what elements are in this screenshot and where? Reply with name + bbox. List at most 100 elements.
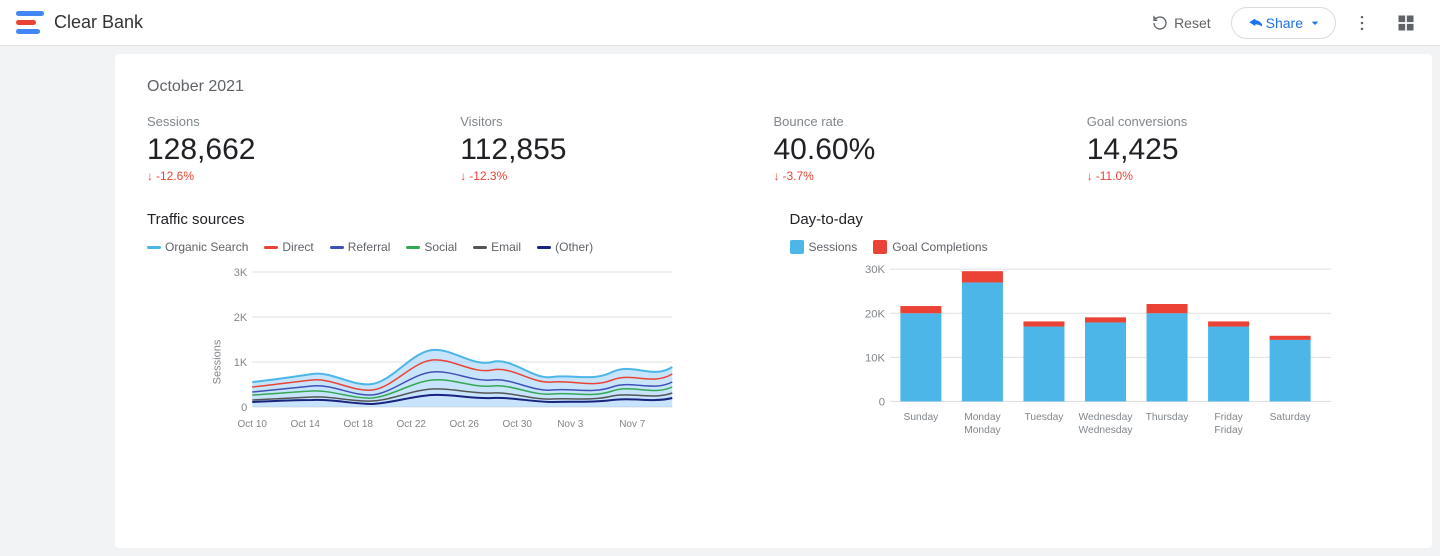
direct-color bbox=[264, 246, 278, 249]
svg-text:Oct 14: Oct 14 bbox=[291, 419, 321, 430]
svg-text:0: 0 bbox=[241, 402, 247, 414]
traffic-sources-section: Traffic sources Organic Search Direct Re… bbox=[147, 211, 758, 469]
svg-text:Oct 10: Oct 10 bbox=[238, 419, 268, 430]
svg-text:Sunday: Sunday bbox=[903, 412, 939, 423]
bar-sunday-goals bbox=[900, 306, 941, 313]
metric-bounce-value: 40.60% bbox=[774, 133, 1087, 167]
bar-chart-svg: 30K 20K 10K 0 Sunday bbox=[790, 264, 1401, 464]
bar-monday-sessions bbox=[961, 282, 1002, 401]
app-title: Clear Bank bbox=[54, 12, 143, 33]
bar-sunday-sessions bbox=[900, 313, 941, 401]
bar-legend-sessions: Sessions bbox=[790, 240, 858, 254]
traffic-sources-title: Traffic sources bbox=[147, 211, 758, 228]
metric-sessions-value: 128,662 bbox=[147, 133, 460, 167]
day-to-day-title: Day-to-day bbox=[790, 211, 1401, 228]
svg-text:0: 0 bbox=[878, 397, 884, 409]
svg-text:Oct 22: Oct 22 bbox=[397, 419, 427, 430]
bar-monday-goals bbox=[961, 271, 1002, 282]
svg-text:Oct 26: Oct 26 bbox=[450, 419, 480, 430]
day-to-day-chart: 30K 20K 10K 0 Sunday bbox=[790, 264, 1401, 469]
share-button[interactable]: Share bbox=[1231, 7, 1336, 39]
metric-bounce-change: ↓ -3.7% bbox=[774, 169, 1087, 183]
metric-sessions: Sessions 128,662 ↓ -12.6% bbox=[147, 114, 460, 183]
down-arrow-icon: ↓ bbox=[147, 169, 153, 183]
email-color bbox=[473, 246, 487, 249]
bar-wednesday-sessions bbox=[1084, 322, 1125, 401]
goals-color bbox=[873, 240, 887, 254]
svg-text:Friday: Friday bbox=[1214, 412, 1243, 423]
line-chart-svg: 3K 2K 1K 0 Sessions bbox=[147, 262, 758, 462]
down-arrow-icon: ↓ bbox=[1087, 169, 1093, 183]
organic-search-color bbox=[147, 246, 161, 249]
traffic-sources-chart: 3K 2K 1K 0 Sessions bbox=[147, 262, 758, 467]
more-options-button[interactable] bbox=[1344, 5, 1380, 41]
social-color bbox=[406, 246, 420, 249]
grid-icon bbox=[1396, 13, 1416, 33]
header-right: Reset Share bbox=[1140, 5, 1424, 41]
metric-visitors-value: 112,855 bbox=[460, 133, 773, 167]
svg-text:Wednesday: Wednesday bbox=[1078, 412, 1133, 423]
bar-friday-sessions bbox=[1208, 327, 1249, 402]
svg-text:30K: 30K bbox=[864, 264, 885, 276]
legend-other: (Other) bbox=[537, 240, 593, 254]
svg-text:Wednesday: Wednesday bbox=[1078, 425, 1133, 436]
svg-text:Monday: Monday bbox=[964, 412, 1001, 423]
metric-goal-conversions: Goal conversions 14,425 ↓ -11.0% bbox=[1087, 114, 1400, 183]
bar-thursday-sessions bbox=[1146, 313, 1187, 401]
bar-tuesday-sessions bbox=[1023, 327, 1064, 402]
svg-text:1K: 1K bbox=[234, 357, 248, 369]
metric-sessions-change: ↓ -12.6% bbox=[147, 169, 460, 183]
svg-text:2K: 2K bbox=[234, 312, 248, 324]
svg-text:Oct 18: Oct 18 bbox=[344, 419, 374, 430]
metric-visitors-change: ↓ -12.3% bbox=[460, 169, 773, 183]
page-layout: October 2021 Sessions 128,662 ↓ -12.6% V… bbox=[0, 46, 1440, 556]
metric-bounce-rate: Bounce rate 40.60% ↓ -3.7% bbox=[774, 114, 1087, 183]
metric-goal-label: Goal conversions bbox=[1087, 114, 1400, 129]
charts-row: Traffic sources Organic Search Direct Re… bbox=[147, 211, 1400, 469]
reset-icon bbox=[1152, 15, 1168, 31]
sidebar bbox=[0, 46, 115, 556]
svg-text:Friday: Friday bbox=[1214, 425, 1243, 436]
metric-goal-change: ↓ -11.0% bbox=[1087, 169, 1400, 183]
svg-text:Nov 3: Nov 3 bbox=[557, 419, 584, 430]
metrics-row: Sessions 128,662 ↓ -12.6% Visitors 112,8… bbox=[147, 114, 1400, 183]
header: Clear Bank Reset Share bbox=[0, 0, 1440, 46]
referral-color bbox=[330, 246, 344, 249]
svg-text:Sessions: Sessions bbox=[211, 339, 223, 384]
svg-text:10K: 10K bbox=[864, 352, 885, 364]
bar-wednesday-goals bbox=[1084, 317, 1125, 322]
day-to-day-section: Day-to-day Sessions Goal Completions bbox=[790, 211, 1401, 469]
share-icon bbox=[1244, 14, 1262, 32]
svg-text:Saturday: Saturday bbox=[1269, 412, 1311, 423]
metric-visitors-label: Visitors bbox=[460, 114, 773, 129]
chevron-down-icon bbox=[1307, 15, 1323, 31]
legend-referral: Referral bbox=[330, 240, 391, 254]
more-icon bbox=[1352, 13, 1372, 33]
svg-text:Oct 30: Oct 30 bbox=[503, 419, 533, 430]
bar-thursday-goals bbox=[1146, 304, 1187, 313]
grid-view-button[interactable] bbox=[1388, 5, 1424, 41]
bar-legend: Sessions Goal Completions bbox=[790, 240, 1401, 254]
metric-sessions-label: Sessions bbox=[147, 114, 460, 129]
legend-social: Social bbox=[406, 240, 457, 254]
bar-saturday-goals bbox=[1269, 336, 1310, 340]
svg-text:20K: 20K bbox=[864, 308, 885, 320]
sessions-color bbox=[790, 240, 804, 254]
metric-bounce-label: Bounce rate bbox=[774, 114, 1087, 129]
svg-text:Tuesday: Tuesday bbox=[1024, 412, 1064, 423]
bar-saturday-sessions bbox=[1269, 340, 1310, 402]
bar-legend-goals: Goal Completions bbox=[873, 240, 987, 254]
logo-icon bbox=[16, 9, 44, 37]
svg-text:3K: 3K bbox=[234, 267, 248, 279]
svg-text:Monday: Monday bbox=[964, 425, 1001, 436]
svg-text:Thursday: Thursday bbox=[1145, 412, 1189, 423]
legend-organic: Organic Search bbox=[147, 240, 248, 254]
main-content: October 2021 Sessions 128,662 ↓ -12.6% V… bbox=[115, 54, 1432, 548]
traffic-sources-legend: Organic Search Direct Referral Social bbox=[147, 240, 758, 254]
reset-button[interactable]: Reset bbox=[1140, 9, 1223, 37]
legend-email: Email bbox=[473, 240, 521, 254]
down-arrow-icon: ↓ bbox=[774, 169, 780, 183]
metric-visitors: Visitors 112,855 ↓ -12.3% bbox=[460, 114, 773, 183]
legend-direct: Direct bbox=[264, 240, 313, 254]
other-color bbox=[537, 246, 551, 249]
